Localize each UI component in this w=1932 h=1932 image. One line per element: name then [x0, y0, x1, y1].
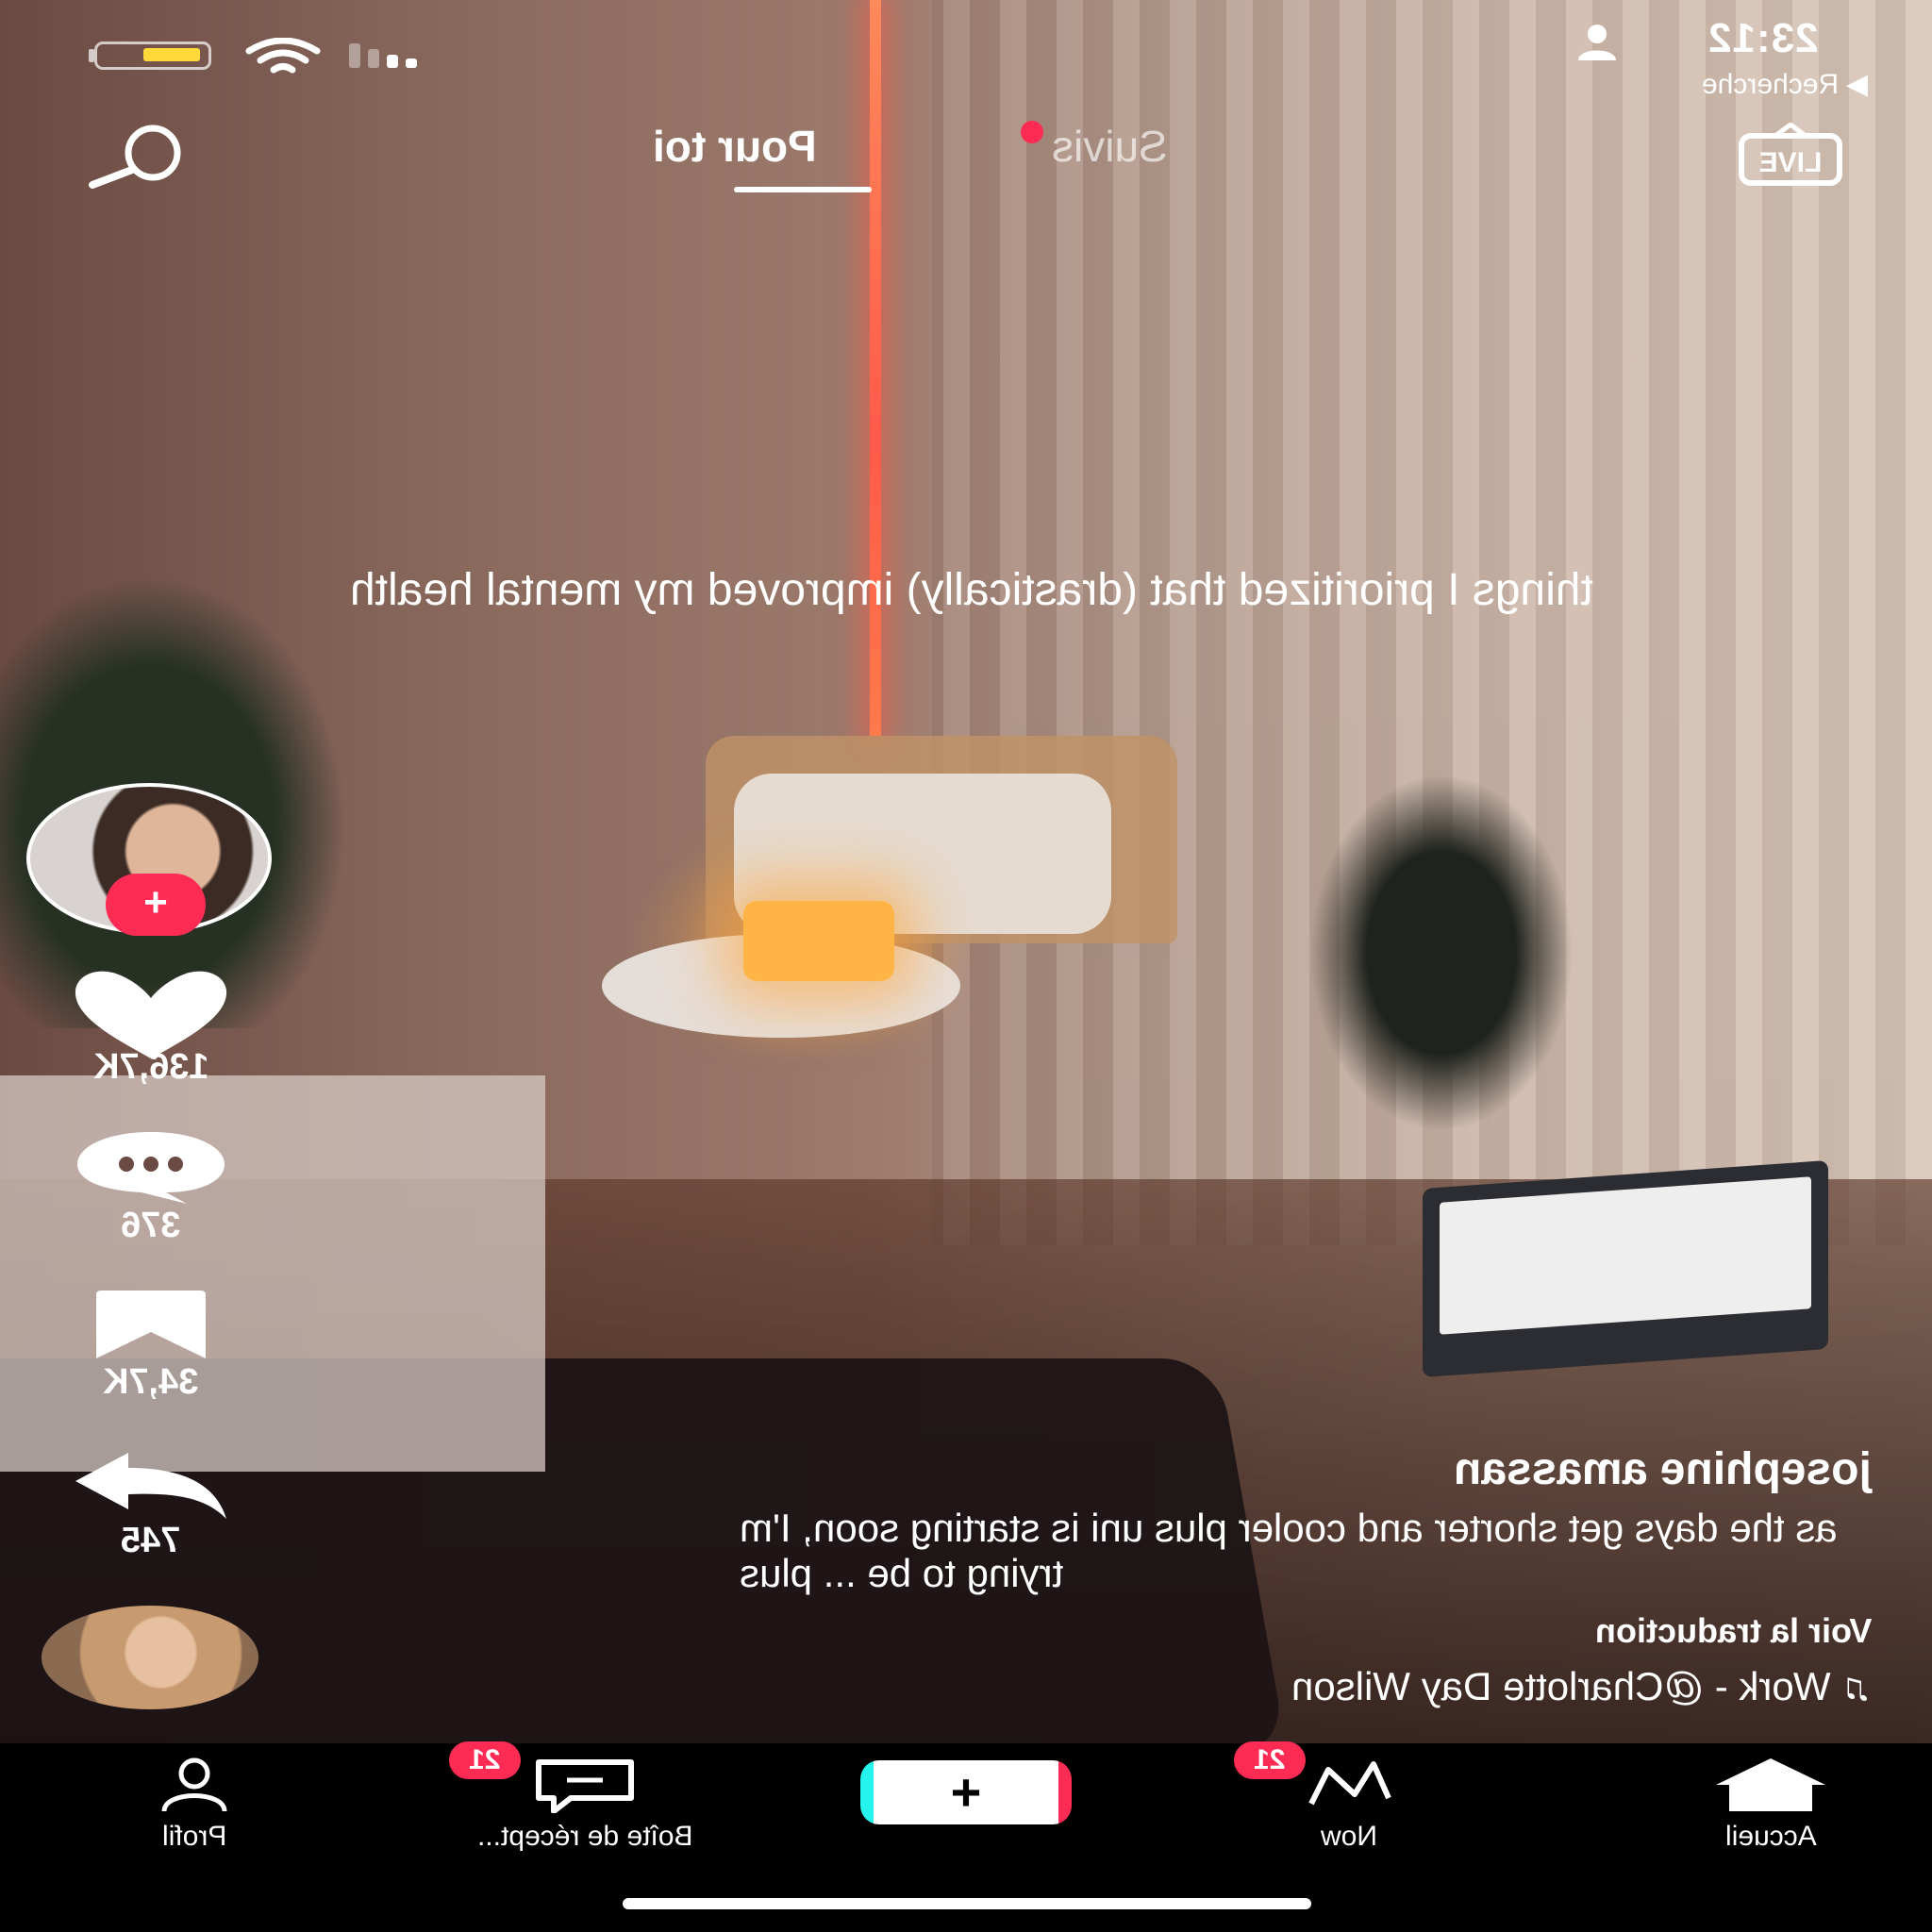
- music-disc[interactable]: [42, 1606, 258, 1709]
- new-content-dot: [1021, 121, 1043, 143]
- music-title[interactable]: Work - @Charlotte Day Wilson ♫: [1291, 1664, 1872, 1709]
- saves-count: 34,7K: [103, 1362, 199, 1402]
- laptop-screen: [1440, 1176, 1811, 1335]
- laptop: [1423, 1159, 1828, 1378]
- battery-tip: [89, 49, 94, 62]
- screen: 23:12 Recherche ◀ Pour toi Suivis LIVE t…: [0, 0, 1932, 1932]
- battery-level: [143, 48, 200, 61]
- inbox-badge: 21: [449, 1741, 521, 1779]
- home-icon: [1716, 1758, 1825, 1811]
- follow-button[interactable]: +: [106, 874, 206, 936]
- candle: [743, 901, 894, 981]
- now-badge: 21: [1234, 1741, 1306, 1779]
- person-icon: [1578, 25, 1616, 60]
- nav-label-inbox: Boîte de récept...: [476, 1821, 693, 1852]
- nav-item-accueil[interactable]: Accueil: [1700, 1757, 1841, 1853]
- comment-icon[interactable]: [75, 1130, 226, 1204]
- nav-label-now: Now: [1320, 1821, 1377, 1852]
- create-button[interactable]: +: [860, 1760, 1072, 1824]
- back-to-app-link[interactable]: Recherche ◀: [1702, 68, 1869, 101]
- signal-icon: [349, 43, 417, 68]
- likes-count: 136,7K: [92, 1047, 209, 1087]
- author-name[interactable]: josephine amassan: [1454, 1443, 1872, 1495]
- plant: [1309, 774, 1574, 1132]
- comments-count: 376: [121, 1206, 181, 1245]
- wifi-icon: [245, 38, 321, 74]
- nav-item-inbox[interactable]: Boîte de récept...: [387, 1757, 783, 1853]
- nav-label-accueil: Accueil: [1724, 1821, 1817, 1852]
- inbox-icon: [536, 1759, 634, 1814]
- tab-pour-toi[interactable]: Pour toi: [653, 121, 817, 172]
- translate-link[interactable]: Voir la traduction: [1595, 1611, 1872, 1651]
- profile-icon: [161, 1757, 227, 1812]
- shares-count: 745: [121, 1521, 181, 1560]
- share-icon[interactable]: [74, 1453, 228, 1519]
- nav-label-profil: Profil: [161, 1821, 227, 1852]
- live-icon[interactable]: LIVE: [1738, 123, 1843, 187]
- video-description[interactable]: as the days get shorter and cooler plus …: [740, 1506, 1872, 1596]
- status-bar: 23:12 Recherche ◀: [0, 0, 1932, 113]
- creator-avatar[interactable]: +: [26, 783, 275, 936]
- create-plus-icon: +: [950, 1762, 982, 1822]
- bookmark-icon[interactable]: [91, 1289, 211, 1362]
- status-time: 23:12: [1707, 15, 1819, 61]
- nav-item-profil[interactable]: Profil: [128, 1757, 260, 1853]
- live-label: LIVE: [1759, 147, 1823, 178]
- music-note-icon: ♫: [1841, 1664, 1873, 1708]
- tab-active-underline: [734, 187, 872, 192]
- search-icon[interactable]: [85, 125, 198, 191]
- video-overlay-caption: things I prioritized that (drastically) …: [350, 565, 1593, 615]
- now-icon: [1308, 1761, 1391, 1806]
- back-arrow-icon: ◀: [1845, 69, 1868, 100]
- tab-suivis[interactable]: Suivis: [1052, 121, 1168, 172]
- home-indicator[interactable]: [623, 1898, 1311, 1909]
- nav-item-now[interactable]: Now: [1283, 1757, 1415, 1853]
